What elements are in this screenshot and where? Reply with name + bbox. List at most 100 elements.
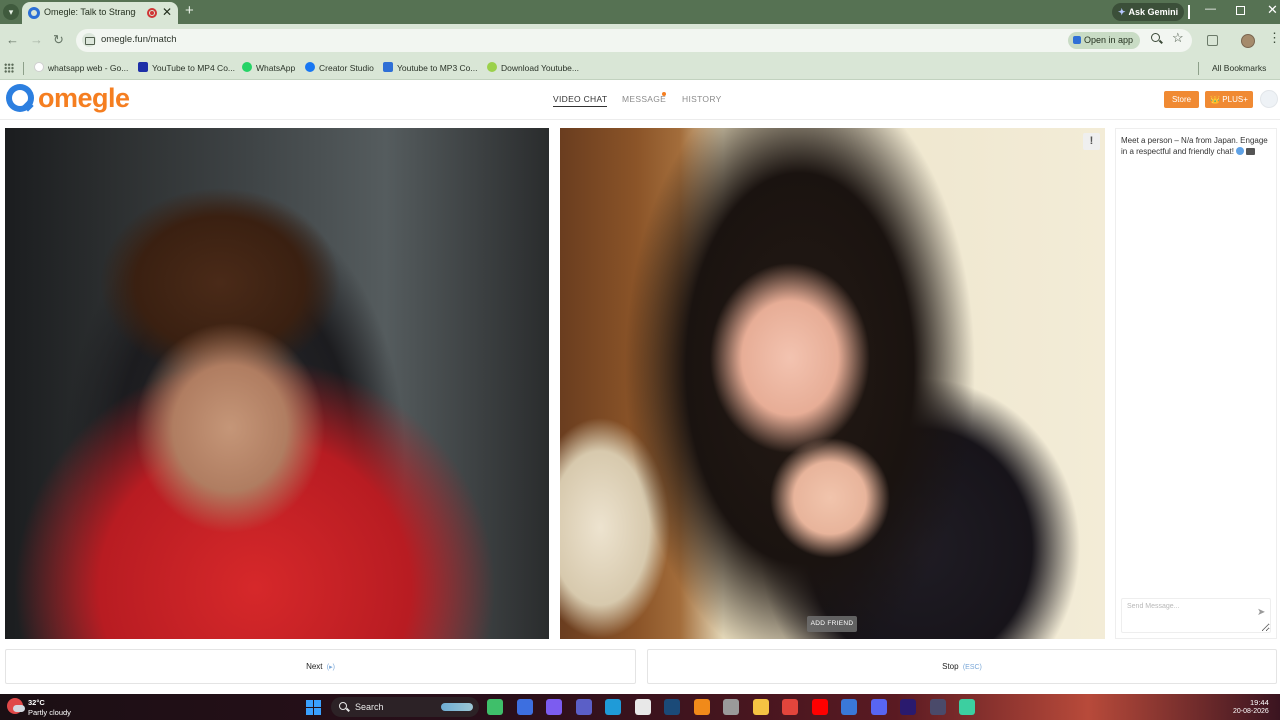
clock-app-icon[interactable] [723, 699, 739, 715]
bookmark-download-youtube[interactable]: Download Youtube... [487, 61, 579, 76]
store-app-icon[interactable] [634, 699, 651, 715]
new-tab-button[interactable]: + [185, 2, 194, 19]
gemini-sparkle-icon: ✦ [1118, 7, 1126, 17]
ask-gemini-label: Ask Gemini [1128, 7, 1179, 17]
omegle-page: omegle VIDEO CHAT MESSAGE HISTORY Store … [0, 80, 1280, 694]
bookmark-youtube-to-mp4[interactable]: YouTube to MP4 Co... [138, 61, 235, 76]
search-icon [339, 702, 347, 710]
minimize-window-icon[interactable]: — [1205, 3, 1216, 15]
omegle-favicon-icon [28, 7, 40, 19]
bookmark-whatsapp-web[interactable]: whatsapp web - Go... [34, 61, 128, 76]
message-notification-dot [662, 92, 666, 96]
premiere-app-icon[interactable] [900, 699, 916, 715]
copilot-app-icon[interactable] [546, 699, 562, 715]
nav-video-chat[interactable]: VIDEO CHAT [553, 94, 608, 107]
weather-temperature[interactable]: 32°C [28, 698, 45, 707]
ask-gemini-button[interactable]: ✦ Ask Gemini [1112, 3, 1184, 21]
meet-app-icon[interactable] [516, 699, 533, 715]
clock-date[interactable]: 20-08-2026 [1233, 708, 1269, 715]
edge-app-icon[interactable] [605, 699, 621, 715]
taskbar-search[interactable]: Search [331, 697, 479, 717]
all-bookmarks-button[interactable]: All Bookmarks [1212, 61, 1266, 76]
site-info-icon[interactable] [82, 33, 96, 47]
browser-menu-icon[interactable]: ⋮ [1268, 30, 1280, 46]
browser-tab-omegle[interactable]: Omegle: Talk to Strangers! ✕ [22, 2, 178, 24]
bookmark-label: Creator Studio [319, 63, 374, 73]
tab-search-icon[interactable]: ▾ [3, 4, 19, 20]
next-shortcut-hint: (▸) [326, 664, 335, 671]
clock-time[interactable]: 19:44 [1250, 698, 1269, 707]
discord-app-icon[interactable] [870, 699, 887, 715]
bookmark-star-icon[interactable]: ☆ [1172, 30, 1184, 46]
nav-message[interactable]: MESSAGE [622, 94, 666, 104]
zoom-icon[interactable] [1151, 33, 1160, 42]
address-bar[interactable]: omegle.fun/match Open in app ☆ [76, 29, 1192, 52]
bookmark-creator-studio[interactable]: Creator Studio [305, 61, 374, 76]
browser-toolbar: ← → ↻ omegle.fun/match Open in app ☆ ⋮ [0, 24, 1280, 57]
reload-icon[interactable]: ↻ [53, 32, 64, 48]
nav-history[interactable]: HISTORY [682, 94, 722, 104]
obs-app-icon[interactable] [929, 699, 946, 715]
url-text[interactable]: omegle.fun/match [101, 34, 177, 45]
next-label: Next [306, 662, 323, 671]
tab-close-icon[interactable]: ✕ [162, 5, 172, 19]
maximize-window-icon[interactable] [1236, 6, 1245, 15]
camera-emoji-icon [1245, 148, 1255, 155]
user-avatar[interactable] [1260, 90, 1278, 108]
send-message-input[interactable] [1121, 598, 1271, 633]
report-button[interactable]: ! [1083, 133, 1100, 150]
bookmark-youtube-to-mp3[interactable]: Youtube to MP3 Co... [383, 61, 478, 76]
converter-icon [138, 62, 148, 72]
back-arrow-icon[interactable]: ← [6, 32, 19, 47]
photoshop-app-icon[interactable] [841, 699, 857, 715]
window-separator [1188, 5, 1190, 19]
bookmark-label: whatsapp web - Go... [48, 63, 129, 73]
file-explorer-app-icon[interactable] [752, 699, 769, 715]
profile-avatar-icon[interactable] [1241, 34, 1255, 48]
close-window-icon[interactable]: ✕ [1267, 2, 1278, 18]
weather-description[interactable]: Partly cloudy [28, 708, 71, 717]
omegle-logo-text[interactable]: omegle [38, 83, 130, 114]
windows-start-icon[interactable] [306, 700, 321, 715]
bookmarks-separator [23, 62, 24, 75]
send-icon[interactable]: ➤ [1257, 608, 1267, 618]
chrome-app-icon[interactable] [782, 699, 798, 715]
bookmark-whatsapp[interactable]: WhatsApp [242, 61, 295, 76]
steam-app-icon[interactable] [664, 699, 680, 715]
vlc-app-icon[interactable] [693, 699, 710, 715]
chat-intro-message: Meet a person – N/a from Japan. Engage i… [1121, 135, 1273, 157]
widgets-app-icon[interactable] [487, 699, 503, 715]
omegle-logo-icon[interactable] [6, 84, 34, 112]
youtube-app-icon[interactable] [811, 699, 828, 715]
terminal-app-icon[interactable] [959, 699, 975, 715]
taskbar-search-label: Search [355, 702, 384, 712]
windows-taskbar: 32°C Partly cloudy Search 19:44 20-08-20… [0, 694, 1280, 720]
store-button[interactable]: Store [1164, 91, 1199, 108]
weather-icon[interactable] [7, 698, 25, 714]
meta-icon [305, 62, 315, 72]
next-button[interactable]: Next (▸) [5, 649, 636, 684]
teams-app-icon[interactable] [575, 699, 592, 715]
converter-icon [383, 62, 393, 72]
remote-video-feed: ! ADD FRIEND [560, 128, 1105, 639]
stop-shortcut-hint: (ESC) [962, 664, 982, 671]
site-header: omegle VIDEO CHAT MESSAGE HISTORY Store … [0, 80, 1280, 120]
globe-emoji-icon [1235, 147, 1244, 155]
bookmark-label: Download Youtube... [501, 63, 579, 73]
bookmarks-separator [1198, 62, 1199, 75]
add-friend-button[interactable]: ADD FRIEND [807, 616, 857, 632]
forward-arrow-icon[interactable]: → [30, 32, 43, 47]
plus-button[interactable]: 👑 PLUS+ [1205, 91, 1253, 108]
recording-indicator-icon [147, 8, 157, 18]
local-video-feed [5, 128, 549, 639]
extensions-icon[interactable] [1207, 35, 1218, 46]
stop-label: Stop [942, 662, 959, 671]
bookmark-label: Youtube to MP3 Co... [397, 63, 478, 73]
tab-title: Omegle: Talk to Strangers! [44, 7, 136, 17]
bookmark-label: WhatsApp [256, 63, 296, 73]
apps-grid-icon[interactable] [4, 63, 14, 73]
stop-button[interactable]: Stop (ESC) [647, 649, 1277, 684]
open-in-app-button[interactable]: Open in app [1068, 32, 1140, 49]
browser-tab-strip: ▾ Omegle: Talk to Strangers! ✕ + ✦Ask Ge… [0, 0, 1280, 24]
chat-panel: Meet a person – N/a from Japan. Engage i… [1115, 128, 1277, 639]
